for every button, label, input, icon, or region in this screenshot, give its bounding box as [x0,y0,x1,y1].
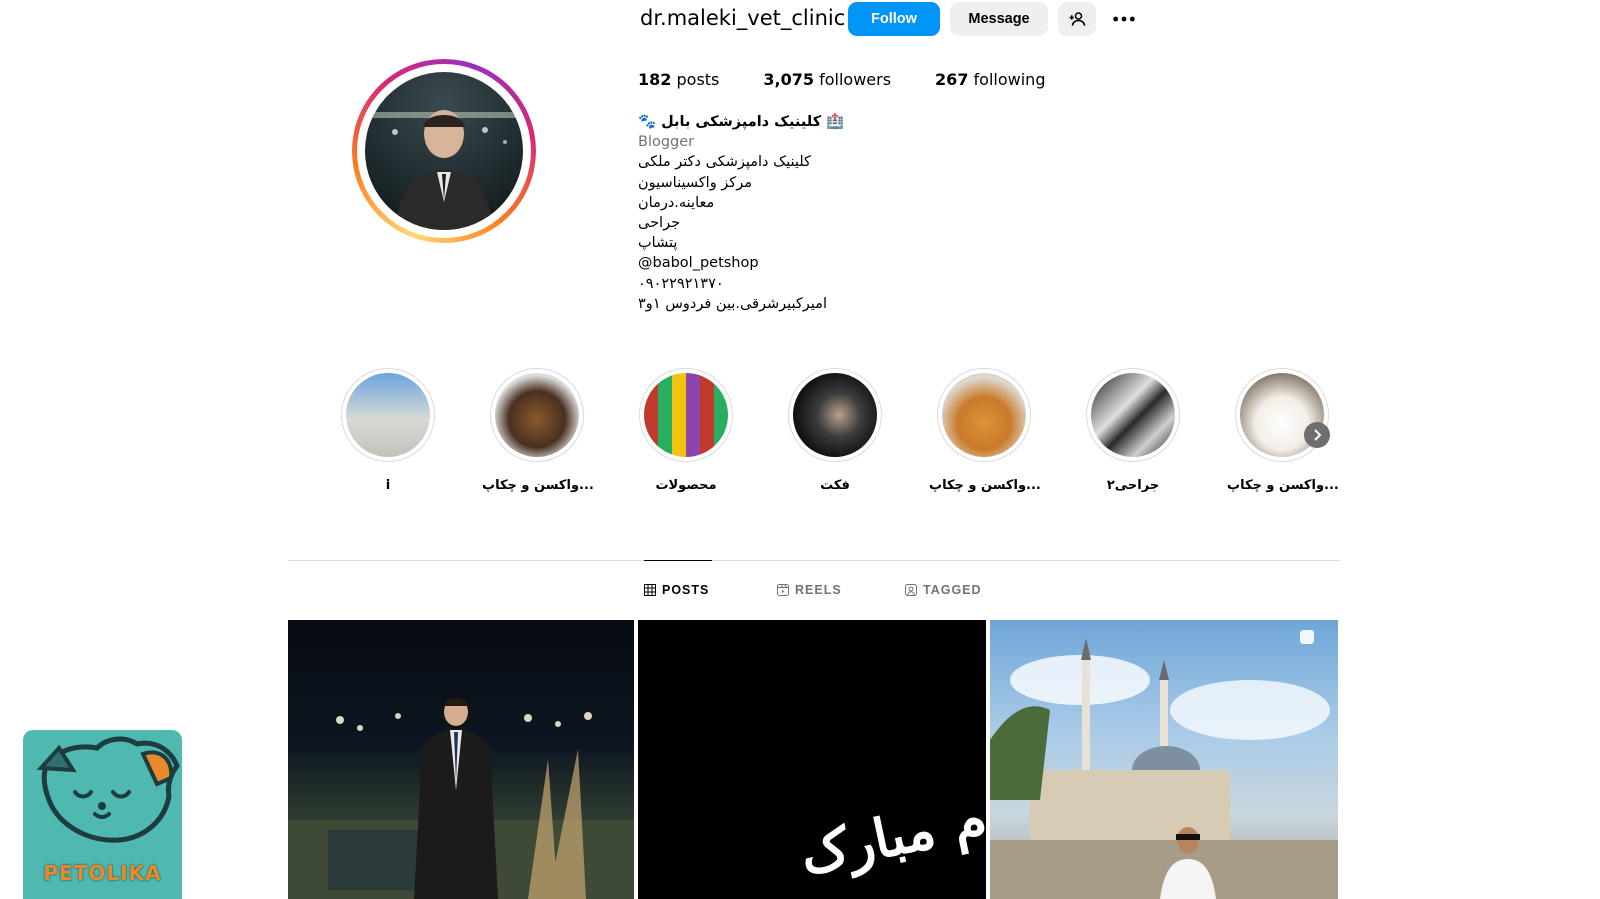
profile-username: dr.maleki_vet_clinic [640,6,846,30]
grid-icon [644,584,656,596]
profile-category: Blogger [638,134,695,151]
suggested-accounts-button[interactable] [1058,2,1096,36]
petolika-logo: PETOLIKA [23,730,182,899]
story-highlight[interactable]: محصولات [631,368,741,493]
highlight-cover [1091,373,1175,457]
posts-stat: 182 posts [638,70,720,89]
tabs-divider [288,560,1340,561]
profile-stats: 182 posts 3,075 followers 267 following [638,70,1089,89]
bio-line: پتشاپ [638,235,678,252]
highlight-cover [495,373,579,457]
profile-bio: 🐾 کلینیک دامپزشکی بابل 🏥 Blogger کلینیک … [638,112,978,314]
logo-wordmark: PETOLIKA [43,861,162,885]
bio-mention-link[interactable]: @babol_petshop [638,253,978,273]
avatar-photo [365,72,523,230]
tab-reels[interactable]: REELS [777,583,842,597]
highlight-label: واکسن و چکاپ... [1227,478,1339,493]
story-highlight[interactable]: واکسن و چکاپ... [929,368,1041,493]
bio-line: کلینیک دامپزشکی دکتر ملکی [638,154,811,171]
highlight-label: محصولات [655,478,717,493]
highlight-label: i [385,478,391,493]
following-stat[interactable]: 267 following [935,70,1045,89]
followers-stat[interactable]: 3,075 followers [763,70,891,89]
story-highlight[interactable]: جراحی۲ [1078,368,1188,493]
post-thumbnail[interactable]: تولدم مبارک [638,620,986,899]
post-thumbnail[interactable] [288,620,634,899]
story-highlight[interactable]: i [333,368,443,493]
profile-avatar[interactable] [352,59,536,243]
add-person-icon [1069,12,1086,26]
tab-posts[interactable]: POSTS [644,583,709,597]
highlight-cover [346,373,430,457]
tagged-icon [905,584,917,596]
bio-line: مرکز واکسیناسیون [638,174,752,191]
post-thumbnail[interactable] [990,620,1338,899]
tab-tagged[interactable]: TAGGED [905,583,982,597]
bio-phone: ۰۹۰۲۲۹۲۱۳۷۰ [638,275,724,292]
story-highlight[interactable]: واکسن و چکاپ... [482,368,594,493]
highlight-label: واکسن و چکاپ... [482,478,594,493]
more-dots-icon [1113,16,1135,22]
post-calligraphy-caption: تولدم مبارک [794,767,986,887]
highlight-label: واکسن و چکاپ... [929,478,1041,493]
highlight-cover [793,373,877,457]
chevron-right-icon [1314,429,1322,441]
pet-faces-icon [36,736,180,843]
bio-address: امیرکبیرشرقی.بین فردوس ۱و۳ [638,295,827,312]
follow-button[interactable]: Follow [848,2,940,36]
story-highlight[interactable]: فکت [780,368,890,493]
bio-line: معاینه.درمان [638,194,715,211]
bio-line: جراحی [638,215,681,232]
more-options-button[interactable] [1106,2,1142,36]
reels-icon [777,584,789,596]
active-tab-indicator [644,560,712,561]
highlight-cover [644,373,728,457]
highlight-label: فکت [820,478,850,493]
highlight-cover [942,373,1026,457]
message-button[interactable]: Message [950,2,1048,36]
highlights-next-button[interactable] [1304,422,1330,448]
profile-display-name: 🐾 کلینیک دامپزشکی بابل 🏥 [638,114,845,130]
highlight-label: جراحی۲ [1106,478,1160,493]
